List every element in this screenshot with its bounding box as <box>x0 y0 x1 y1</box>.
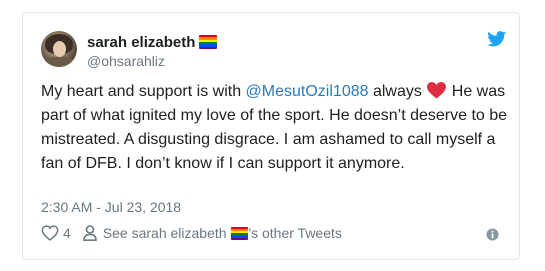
author-display-name[interactable]: sarah elizabeth <box>87 34 218 51</box>
person-icon[interactable] <box>82 225 97 241</box>
other-tweets-prefix: See sarah elizabeth <box>102 225 231 241</box>
rainbow-flag-icon <box>231 227 249 240</box>
tweet-text-middle: always <box>368 83 427 100</box>
tweet-text: My heart and support is with @MesutOzil1… <box>41 80 511 176</box>
other-tweets-suffix: 's other Tweets <box>248 225 342 241</box>
info-icon[interactable] <box>486 228 499 241</box>
user-avatar[interactable] <box>41 31 77 67</box>
tweet-text-start: My heart and support is with <box>41 83 246 100</box>
twitter-bird-icon[interactable] <box>487 31 507 47</box>
author-handle[interactable]: @ohsarahliz <box>87 53 165 69</box>
like-count[interactable]: 4 <box>63 225 71 241</box>
heart-outline-icon[interactable] <box>41 225 59 241</box>
see-other-tweets-link[interactable]: See sarah elizabeth 's other Tweets <box>103 225 342 241</box>
tweet-timestamp[interactable]: 2:30 AM - Jul 23, 2018 <box>41 199 181 215</box>
tweet-card: sarah elizabeth @ohsarahliz My heart and… <box>22 12 520 260</box>
rainbow-flag-icon <box>199 35 218 49</box>
tweet-actions: 4 See sarah elizabeth 's other Tweets <box>41 225 342 241</box>
mention-link[interactable]: @MesutOzil1088 <box>246 83 369 100</box>
avatar-shirt <box>43 57 75 67</box>
red-heart-icon <box>427 82 447 99</box>
avatar-face <box>53 41 66 57</box>
author-name-text: sarah elizabeth <box>87 34 196 51</box>
